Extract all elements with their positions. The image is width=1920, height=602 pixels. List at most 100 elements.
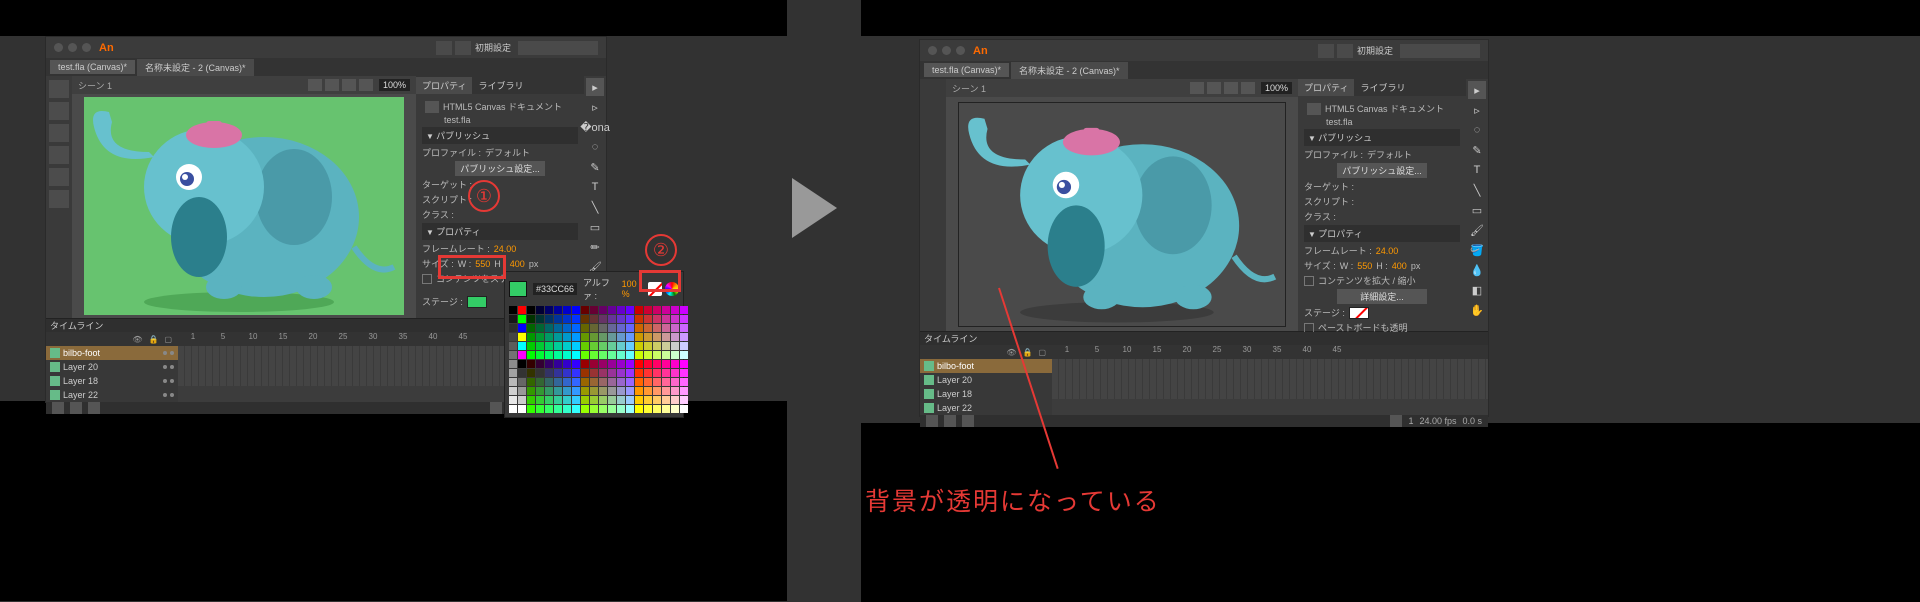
traffic-lights[interactable] [54, 43, 91, 52]
doc-tab[interactable]: test.fla (Canvas)* [50, 60, 135, 74]
delete-icon[interactable] [88, 402, 100, 414]
library-tab[interactable]: ライブラリ [472, 77, 529, 94]
outline-icon[interactable]: ▢ [1038, 348, 1046, 357]
rewind-icon[interactable] [490, 402, 502, 414]
swatch-grid[interactable] [509, 306, 679, 413]
traffic-lights[interactable] [928, 46, 965, 55]
pen-tool-icon[interactable]: ✎ [586, 158, 604, 176]
color-icon[interactable] [49, 102, 69, 120]
clip-icon[interactable] [1224, 82, 1238, 94]
doc-tab[interactable]: test.fla (Canvas)* [924, 63, 1009, 77]
brush-tool-icon[interactable]: 🖌 [1468, 221, 1486, 239]
fit-icon[interactable] [1241, 82, 1255, 94]
symbol-icon[interactable] [1207, 82, 1221, 94]
info-icon[interactable] [49, 168, 69, 186]
toolbar-icon[interactable] [1318, 44, 1334, 58]
fps-value[interactable]: 24.00 [1376, 246, 1399, 256]
text-tool-icon[interactable]: T [586, 178, 604, 196]
selection-tool-icon[interactable]: ▸ [586, 78, 604, 96]
properties-tab[interactable]: プロパティ [1298, 79, 1354, 96]
subselection-tool-icon[interactable]: ▹ [586, 98, 604, 116]
workspace-label[interactable]: 初期設定 [1357, 44, 1393, 57]
text-tool-icon[interactable]: T [1468, 161, 1486, 179]
eye-icon[interactable]: 👁 [132, 335, 142, 344]
symbol-icon[interactable] [325, 79, 339, 91]
edit-scene-icon[interactable] [1190, 82, 1204, 94]
lasso-tool-icon[interactable]: ◌ [1468, 121, 1486, 139]
advanced-button[interactable]: 詳細設定... [1337, 289, 1427, 304]
doc-tab[interactable]: 名称未設定 - 2 (Canvas)* [137, 59, 254, 76]
section-publish[interactable]: パブリッシュ [1304, 129, 1460, 146]
folder-icon[interactable] [70, 402, 82, 414]
swatches-icon[interactable] [49, 124, 69, 142]
pencil-tool-icon[interactable]: ✏ [586, 238, 604, 256]
folder-icon[interactable] [944, 415, 956, 427]
layer-row[interactable]: Layer 18 [46, 374, 178, 388]
publish-settings-button[interactable]: パブリッシュ設定... [1337, 163, 1427, 178]
layer-row[interactable]: bilbo-foot [46, 346, 178, 360]
stage-color-swatch[interactable] [1349, 307, 1369, 319]
eyedropper-tool-icon[interactable]: 💧 [1468, 261, 1486, 279]
outline-icon[interactable]: ▢ [164, 335, 172, 344]
layer-row[interactable]: Layer 22 [46, 388, 178, 402]
rect-tool-icon[interactable]: ▭ [1468, 201, 1486, 219]
section-properties[interactable]: プロパティ [422, 223, 578, 240]
stage-color-swatch[interactable] [467, 296, 487, 308]
section-publish[interactable]: パブリッシュ [422, 127, 578, 144]
lock-icon[interactable]: 🔒 [1022, 348, 1032, 357]
zoom-field[interactable]: 100% [1261, 82, 1292, 94]
frames-area[interactable]: 151015202530354045 [1052, 345, 1488, 415]
toolbar-icon[interactable] [436, 41, 452, 55]
fit-icon[interactable] [359, 79, 373, 91]
scene-label[interactable]: シーン 1 [952, 82, 986, 95]
fps-value[interactable]: 24.00 [494, 244, 517, 254]
scale-checkbox[interactable] [422, 274, 432, 284]
line-tool-icon[interactable]: ╲ [1468, 181, 1486, 199]
search-icon[interactable] [1400, 44, 1480, 58]
timeline-tab[interactable]: タイムライン [50, 319, 103, 332]
section-properties[interactable]: プロパティ [1304, 225, 1460, 242]
publish-settings-button[interactable]: パブリッシュ設定... [455, 161, 545, 176]
layer-row[interactable]: Layer 20 [46, 360, 178, 374]
selection-tool-icon[interactable]: ▸ [1468, 81, 1486, 99]
pasteboard-checkbox[interactable] [1304, 323, 1314, 333]
search-icon[interactable] [518, 41, 598, 55]
line-tool-icon[interactable]: ╲ [586, 198, 604, 216]
width-value[interactable]: 550 [1357, 261, 1372, 271]
subselection-tool-icon[interactable]: ▹ [1468, 101, 1486, 119]
delete-icon[interactable] [962, 415, 974, 427]
pen-tool-icon[interactable]: ✎ [1468, 141, 1486, 159]
eye-icon[interactable]: 👁 [1006, 348, 1016, 357]
height-value[interactable]: 400 [1392, 261, 1407, 271]
scale-checkbox[interactable] [1304, 276, 1314, 286]
lasso-tool-icon[interactable]: ◌ [586, 138, 604, 156]
rect-tool-icon[interactable]: ▭ [586, 218, 604, 236]
lock-icon[interactable]: 🔒 [148, 335, 158, 344]
hand-tool-icon[interactable]: ✋ [1468, 301, 1486, 319]
eraser-tool-icon[interactable]: ◧ [1468, 281, 1486, 299]
properties-tab[interactable]: プロパティ [416, 77, 472, 94]
layer-row[interactable]: Layer 20 [920, 373, 1052, 387]
zoom-field[interactable]: 100% [379, 79, 410, 91]
new-layer-icon[interactable] [52, 402, 64, 414]
free-transform-icon[interactable]: �ona [586, 118, 604, 136]
layer-row[interactable]: Layer 22 [920, 401, 1052, 415]
doc-tab[interactable]: 名称未設定 - 2 (Canvas)* [1011, 62, 1128, 79]
library-icon[interactable] [49, 190, 69, 208]
height-value[interactable]: 400 [510, 259, 525, 269]
stage[interactable] [84, 97, 404, 315]
edit-scene-icon[interactable] [308, 79, 322, 91]
library-tab[interactable]: ライブラリ [1354, 79, 1411, 96]
clip-icon[interactable] [342, 79, 356, 91]
scene-label[interactable]: シーン 1 [78, 79, 112, 92]
toolbar-icon[interactable] [1337, 44, 1353, 58]
transform-icon[interactable] [49, 146, 69, 164]
play-icon[interactable] [1390, 415, 1402, 427]
timeline-tab[interactable]: タイムライン [924, 332, 977, 345]
toolbar-icon[interactable] [455, 41, 471, 55]
layer-row[interactable]: bilbo-foot [920, 359, 1052, 373]
workspace-label[interactable]: 初期設定 [475, 41, 511, 54]
hex-input[interactable]: #33CC66 [533, 283, 577, 295]
stage[interactable] [958, 102, 1286, 327]
bucket-tool-icon[interactable]: 🪣 [1468, 241, 1486, 259]
